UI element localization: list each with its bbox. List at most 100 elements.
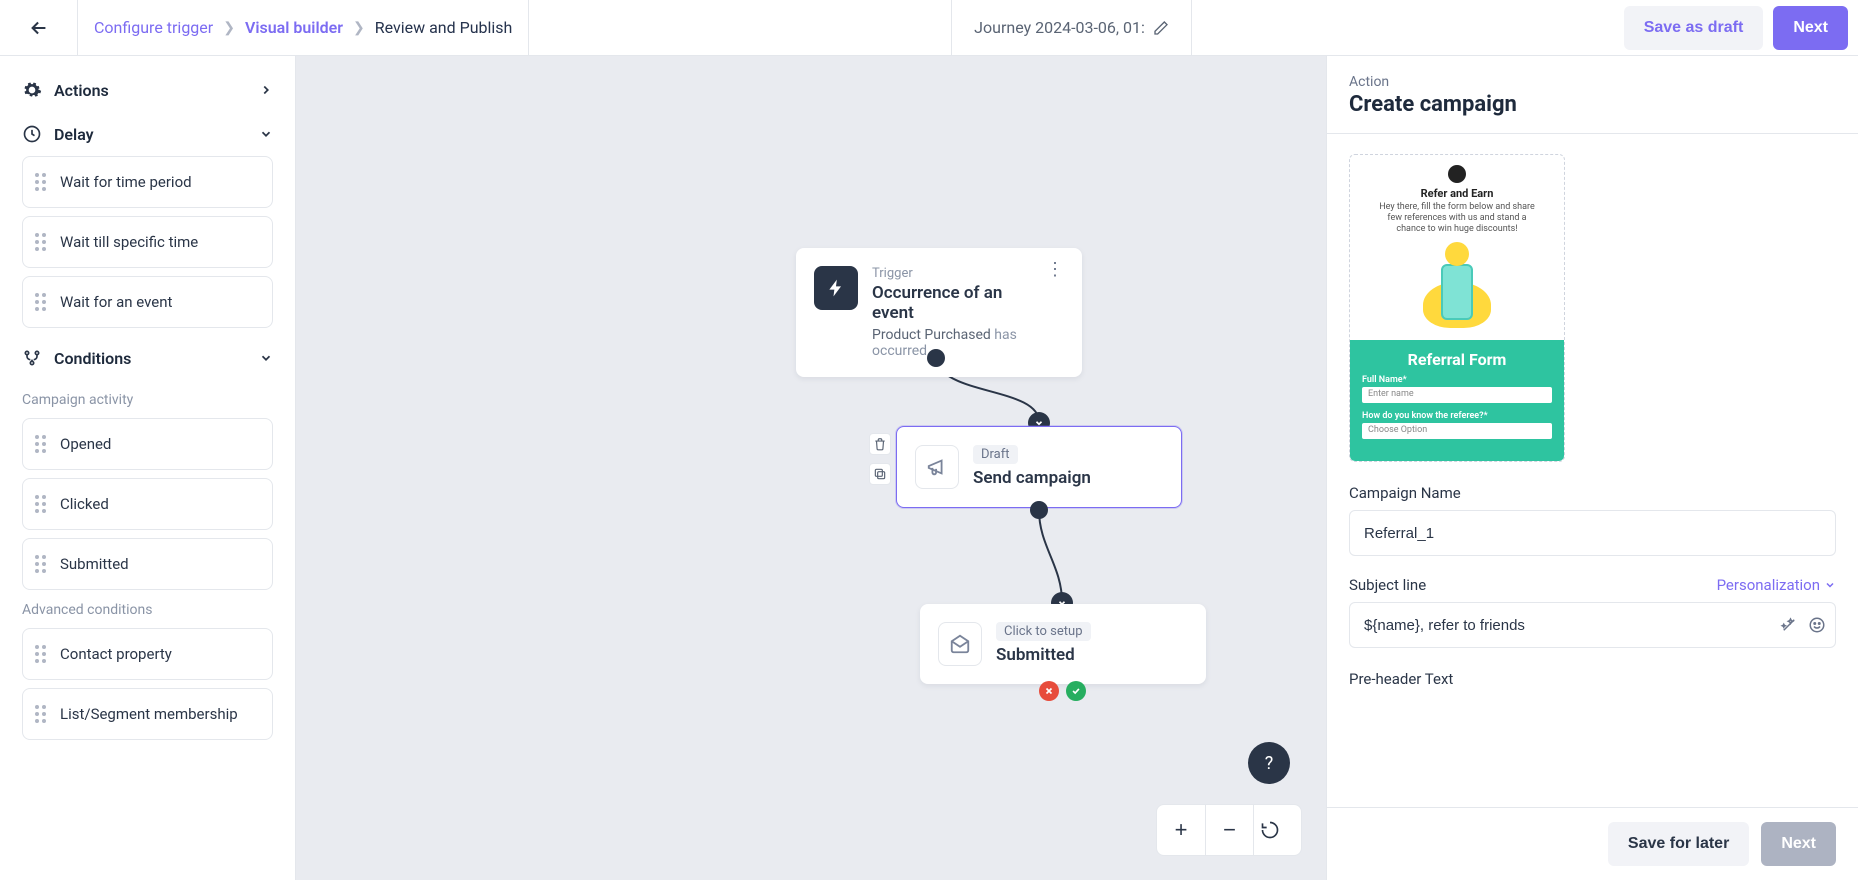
arrow-left-icon (28, 17, 50, 39)
panel-footer: Save for later Next (1327, 807, 1858, 880)
preview-select: Choose Option (1362, 423, 1552, 439)
campaign-activity-label: Campaign activity (22, 392, 273, 408)
header-spacer (529, 0, 952, 55)
sidebar-item-submitted[interactable]: Submitted (22, 538, 273, 590)
save-as-draft-button[interactable]: Save as draft (1624, 6, 1764, 50)
preview-form-title: Referral Form (1362, 350, 1552, 369)
section-title: Conditions (54, 349, 131, 368)
save-for-later-button[interactable]: Save for later (1608, 822, 1749, 866)
panel-body: Refer and Earn Hey there, fill the form … (1327, 134, 1858, 807)
back-button[interactable] (0, 0, 78, 55)
preview-input-1: Enter name (1362, 387, 1552, 403)
section-title: Actions (54, 81, 109, 100)
node-detail: Product Purchased has occurred (872, 327, 1032, 359)
next-button[interactable]: Next (1773, 6, 1848, 50)
node-tools (869, 433, 891, 485)
grip-icon (35, 293, 46, 311)
sidebar-item-wait-time-period[interactable]: Wait for time period (22, 156, 273, 208)
sidebar-item-list-segment[interactable]: List/Segment membership (22, 688, 273, 740)
grip-icon (35, 705, 46, 723)
personalization-link[interactable]: Personalization (1717, 576, 1836, 594)
node-label: Trigger (872, 266, 1032, 281)
preheader-label: Pre-header Text (1349, 670, 1836, 688)
header-spacer (1192, 0, 1614, 55)
envelope-open-icon (938, 622, 982, 666)
panel-title: Create campaign (1349, 92, 1836, 117)
journey-title-text: Journey 2024-03-06, 01: (974, 18, 1145, 37)
chevron-down-icon (259, 351, 273, 365)
crumb-configure-trigger[interactable]: Configure trigger (94, 18, 213, 37)
refresh-icon (1260, 820, 1280, 840)
node-menu-button[interactable]: ⋮ (1046, 266, 1064, 359)
zoom-reset-button[interactable] (1253, 805, 1301, 855)
branch-false-button[interactable] (1039, 681, 1059, 701)
sidebar-item-wait-specific-time[interactable]: Wait till specific time (22, 216, 273, 268)
crumb-review-publish[interactable]: Review and Publish (375, 18, 513, 37)
section-title: Delay (54, 125, 94, 144)
item-label: Wait for an event (60, 293, 172, 311)
node-condition-submitted[interactable]: Click to setup Submitted (920, 604, 1206, 684)
chevron-right-icon (259, 83, 273, 97)
sidebar-item-clicked[interactable]: Clicked (22, 478, 273, 530)
node-send-campaign[interactable]: Draft Send campaign (896, 426, 1182, 508)
node-title: Submitted (996, 645, 1188, 665)
chevron-down-icon (1824, 579, 1836, 591)
main: Actions Delay Wait for time period Wait … (0, 56, 1858, 880)
grip-icon (35, 645, 46, 663)
crumb-visual-builder[interactable]: Visual builder (245, 18, 343, 37)
item-label: Contact property (60, 645, 172, 663)
preview-form: Referral Form Full Name* Enter name How … (1350, 340, 1564, 461)
node-title: Send campaign (973, 468, 1163, 488)
gear-icon (22, 80, 42, 100)
action-panel: Action Create campaign Refer and Earn He… (1326, 56, 1858, 880)
section-conditions[interactable]: Conditions (22, 336, 273, 380)
advanced-conditions-label: Advanced conditions (22, 602, 273, 618)
preview-heading: Refer and Earn (1378, 187, 1536, 200)
delete-node-button[interactable] (869, 433, 891, 455)
journey-title[interactable]: Journey 2024-03-06, 01: (952, 0, 1192, 55)
subject-input-icons (1780, 602, 1826, 648)
zoom-controls: + − (1156, 804, 1302, 856)
preview-label-2: How do you know the referee?* (1362, 411, 1552, 421)
item-label: Opened (60, 435, 111, 453)
campaign-preview[interactable]: Refer and Earn Hey there, fill the form … (1349, 154, 1565, 462)
pencil-icon (1153, 20, 1169, 36)
preview-illustration (1417, 242, 1497, 332)
branch-icon (22, 348, 42, 368)
connector-dot (927, 349, 945, 367)
journey-canvas[interactable]: Trigger Occurrence of an event Product P… (296, 56, 1326, 880)
chevron-right-icon: ❯ (223, 20, 235, 36)
help-button[interactable]: ? (1248, 742, 1290, 784)
zoom-in-button[interactable]: + (1157, 805, 1205, 855)
campaign-name-label: Campaign Name (1349, 484, 1836, 502)
app-header: Configure trigger ❯ Visual builder ❯ Rev… (0, 0, 1858, 56)
section-delay[interactable]: Delay (22, 112, 273, 156)
panel-subhead: Action (1349, 74, 1836, 90)
item-label: List/Segment membership (60, 705, 238, 723)
chevron-down-icon (259, 127, 273, 141)
preview-label-1: Full Name* (1362, 375, 1552, 385)
grip-icon (35, 435, 46, 453)
magic-wand-icon[interactable] (1780, 616, 1798, 634)
dollar-icon (1448, 165, 1466, 183)
node-badge: Click to setup (996, 622, 1091, 641)
branch-true-button[interactable] (1066, 681, 1086, 701)
sidebar: Actions Delay Wait for time period Wait … (0, 56, 296, 880)
campaign-name-input[interactable] (1349, 510, 1836, 556)
zoom-out-button[interactable]: − (1205, 805, 1253, 855)
emoji-icon[interactable] (1808, 616, 1826, 634)
clock-icon (22, 124, 42, 144)
sidebar-item-opened[interactable]: Opened (22, 418, 273, 470)
copy-node-button[interactable] (869, 463, 891, 485)
sidebar-item-wait-event[interactable]: Wait for an event (22, 276, 273, 328)
lightning-icon (814, 266, 858, 310)
grip-icon (35, 173, 46, 191)
grip-icon (35, 233, 46, 251)
megaphone-icon (915, 445, 959, 489)
section-actions[interactable]: Actions (22, 68, 273, 112)
header-actions: Save as draft Next (1614, 6, 1858, 50)
panel-next-button[interactable]: Next (1761, 822, 1836, 866)
subject-line-input[interactable] (1349, 602, 1836, 648)
sidebar-item-contact-property[interactable]: Contact property (22, 628, 273, 680)
connector-dot (1030, 501, 1048, 519)
